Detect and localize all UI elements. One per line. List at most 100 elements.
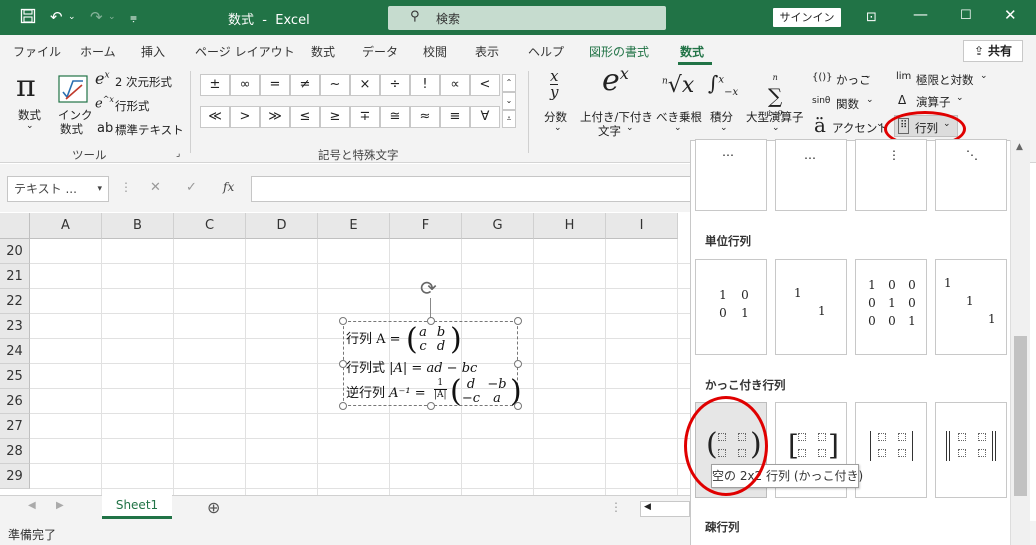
minimize-icon[interactable]: — <box>913 5 928 23</box>
tab-equation[interactable]: 数式 <box>680 43 704 60</box>
resize-handle[interactable] <box>514 402 522 410</box>
symbol-button[interactable]: > <box>230 106 260 128</box>
scroll-down-icon[interactable]: ⌄ <box>502 92 516 110</box>
large-operator-button[interactable]: n ∑ i=0 大型演算子 ⌄ <box>744 69 808 145</box>
tab-data[interactable]: データ <box>362 43 398 60</box>
column-header[interactable]: F <box>390 213 462 239</box>
symbol-button[interactable]: ∀ <box>470 106 500 128</box>
resize-handle[interactable] <box>426 317 435 325</box>
script-button[interactable]: ex 上付き/下付き 文字 ⌄ <box>578 63 654 145</box>
rotate-handle-icon[interactable]: ⟳ <box>420 276 437 300</box>
gallery-scrollbar[interactable]: ▲ <box>1010 140 1030 545</box>
undo-icon[interactable]: ↶ <box>50 8 63 26</box>
horizontal-scrollbar[interactable]: ◀ <box>640 501 690 517</box>
next-sheet-icon[interactable]: ▶ <box>56 500 64 511</box>
equation-button[interactable]: π 数式 ⌄ <box>8 69 54 141</box>
select-all-corner[interactable] <box>0 213 30 239</box>
symbol-button[interactable]: ≅ <box>380 106 410 128</box>
ink-equation-button[interactable]: インク 数式 <box>56 69 93 141</box>
symbol-button[interactable]: = <box>260 74 290 96</box>
row-header[interactable]: 25 <box>0 364 30 389</box>
ribbon-display-icon[interactable]: ⊡ <box>866 10 877 25</box>
gallery-item-dots[interactable]: ⋮ <box>855 139 927 211</box>
column-header[interactable]: E <box>318 213 390 239</box>
radical-button[interactable]: n√x べき乗根 ⌄ <box>656 69 702 145</box>
tab-page-layout[interactable]: ページ レイアウト <box>195 43 295 60</box>
tab-file[interactable]: ファイル <box>13 43 61 60</box>
column-header[interactable]: I <box>606 213 678 239</box>
fraction-button[interactable]: xy 分数 ⌄ <box>540 69 576 145</box>
scroll-left-icon[interactable]: ◀ <box>644 502 651 512</box>
resize-handle[interactable] <box>339 402 347 410</box>
share-button[interactable]: ⇪ 共有 <box>963 40 1023 62</box>
insert-function-icon[interactable]: fx <box>223 180 234 194</box>
tab-formulas[interactable]: 数式 <box>311 43 335 60</box>
gallery-item-diagonal-3x3[interactable]: 1 1 1 <box>935 259 1007 355</box>
undo-dropdown-icon[interactable]: ⌄ <box>68 12 76 22</box>
tab-insert[interactable]: 挿入 <box>141 43 165 60</box>
bracket-button[interactable]: {()} かっこ ⌄ <box>812 71 878 89</box>
limit-button[interactable]: lim 極限と対数 ⌄ <box>896 71 996 89</box>
normal-text-button[interactable]: ab 標準テキスト <box>95 119 185 139</box>
row-header[interactable]: 28 <box>0 439 30 464</box>
cancel-icon[interactable]: ✕ <box>150 180 161 195</box>
row-header[interactable]: 29 <box>0 464 30 489</box>
professional-button[interactable]: ex 2 次元形式 <box>95 69 185 91</box>
gallery-item-empty-2x2-dvbar[interactable] <box>935 402 1007 498</box>
symbol-button[interactable]: × <box>350 74 380 96</box>
gallery-item-identity-3x3[interactable]: 100010001 <box>855 259 927 355</box>
symbol-button[interactable]: < <box>470 74 500 96</box>
symbol-button[interactable]: ~ <box>320 74 350 96</box>
resize-handle[interactable] <box>339 317 347 325</box>
resize-handle[interactable] <box>339 359 347 368</box>
row-header[interactable]: 22 <box>0 289 30 314</box>
symbol-button[interactable]: ÷ <box>380 74 410 96</box>
chevron-down-icon[interactable]: ▾ <box>97 177 102 201</box>
customize-qat-icon[interactable]: ⩦ <box>130 10 137 25</box>
scroll-up-icon[interactable]: ▲ <box>1016 142 1023 152</box>
row-header[interactable]: 23 <box>0 314 30 339</box>
add-sheet-icon[interactable]: ⊕ <box>207 498 220 517</box>
column-header[interactable]: B <box>102 213 174 239</box>
scroll-up-icon[interactable]: ⌃ <box>502 74 516 92</box>
row-header[interactable]: 26 <box>0 389 30 414</box>
save-icon[interactable] <box>20 8 36 28</box>
gallery-item-dots[interactable]: ⋱ <box>935 139 1007 211</box>
column-header[interactable]: A <box>30 213 102 239</box>
symbol-button[interactable]: ≈ <box>410 106 440 128</box>
gallery-item-dots[interactable]: ⋯ <box>695 139 767 211</box>
symbol-button[interactable]: ∞ <box>230 74 260 96</box>
tab-review[interactable]: 校閲 <box>423 43 447 60</box>
dialog-launcher-icon[interactable]: ⌟ <box>176 149 180 159</box>
maximize-icon[interactable]: ☐ <box>960 8 972 23</box>
symbol-button[interactable]: ≫ <box>260 106 290 128</box>
linear-button[interactable]: e^x 行形式 <box>95 95 185 115</box>
search-box[interactable]: ⚲ 検索 <box>388 6 666 30</box>
equation-textbox[interactable]: 行列 A = ( a b c d ) 行列式 |A| = ad − bc 逆行列… <box>343 321 522 409</box>
scroll-thumb[interactable] <box>1014 336 1027 496</box>
row-header[interactable]: 27 <box>0 414 30 439</box>
symbol-button[interactable]: ∓ <box>350 106 380 128</box>
symbol-button[interactable]: ≥ <box>320 106 350 128</box>
resize-handle[interactable] <box>514 317 522 325</box>
prev-sheet-icon[interactable]: ◀ <box>28 500 36 511</box>
symbol-button[interactable]: ! <box>410 74 440 96</box>
name-box[interactable]: テキスト ... ▾ <box>7 176 109 202</box>
gallery-item-empty-2x2-vbar[interactable] <box>855 402 927 498</box>
symbol-button[interactable]: ± <box>200 74 230 96</box>
symbol-button[interactable]: ∝ <box>440 74 470 96</box>
symbol-button[interactable]: ≪ <box>200 106 230 128</box>
close-icon[interactable]: ✕ <box>1004 6 1017 24</box>
signin-button[interactable]: サインイン <box>773 8 841 27</box>
symbol-gallery-scroll[interactable]: ⌃ ⌄ ⩡ <box>502 74 516 130</box>
tab-shape-format[interactable]: 図形の書式 <box>589 43 649 60</box>
resize-handle[interactable] <box>514 359 522 368</box>
symbol-button[interactable]: ≠ <box>290 74 320 96</box>
sheet-tab-sheet1[interactable]: Sheet1 <box>102 494 172 519</box>
integral-button[interactable]: ∫x−x 積分 ⌄ <box>706 69 742 145</box>
gallery-item-diagonal-2x2[interactable]: 1 1 <box>775 259 847 355</box>
row-header[interactable]: 24 <box>0 339 30 364</box>
symbol-button[interactable]: ≡ <box>440 106 470 128</box>
gallery-item-identity-2x2[interactable]: 10 01 <box>695 259 767 355</box>
symbol-button[interactable]: ≤ <box>290 106 320 128</box>
